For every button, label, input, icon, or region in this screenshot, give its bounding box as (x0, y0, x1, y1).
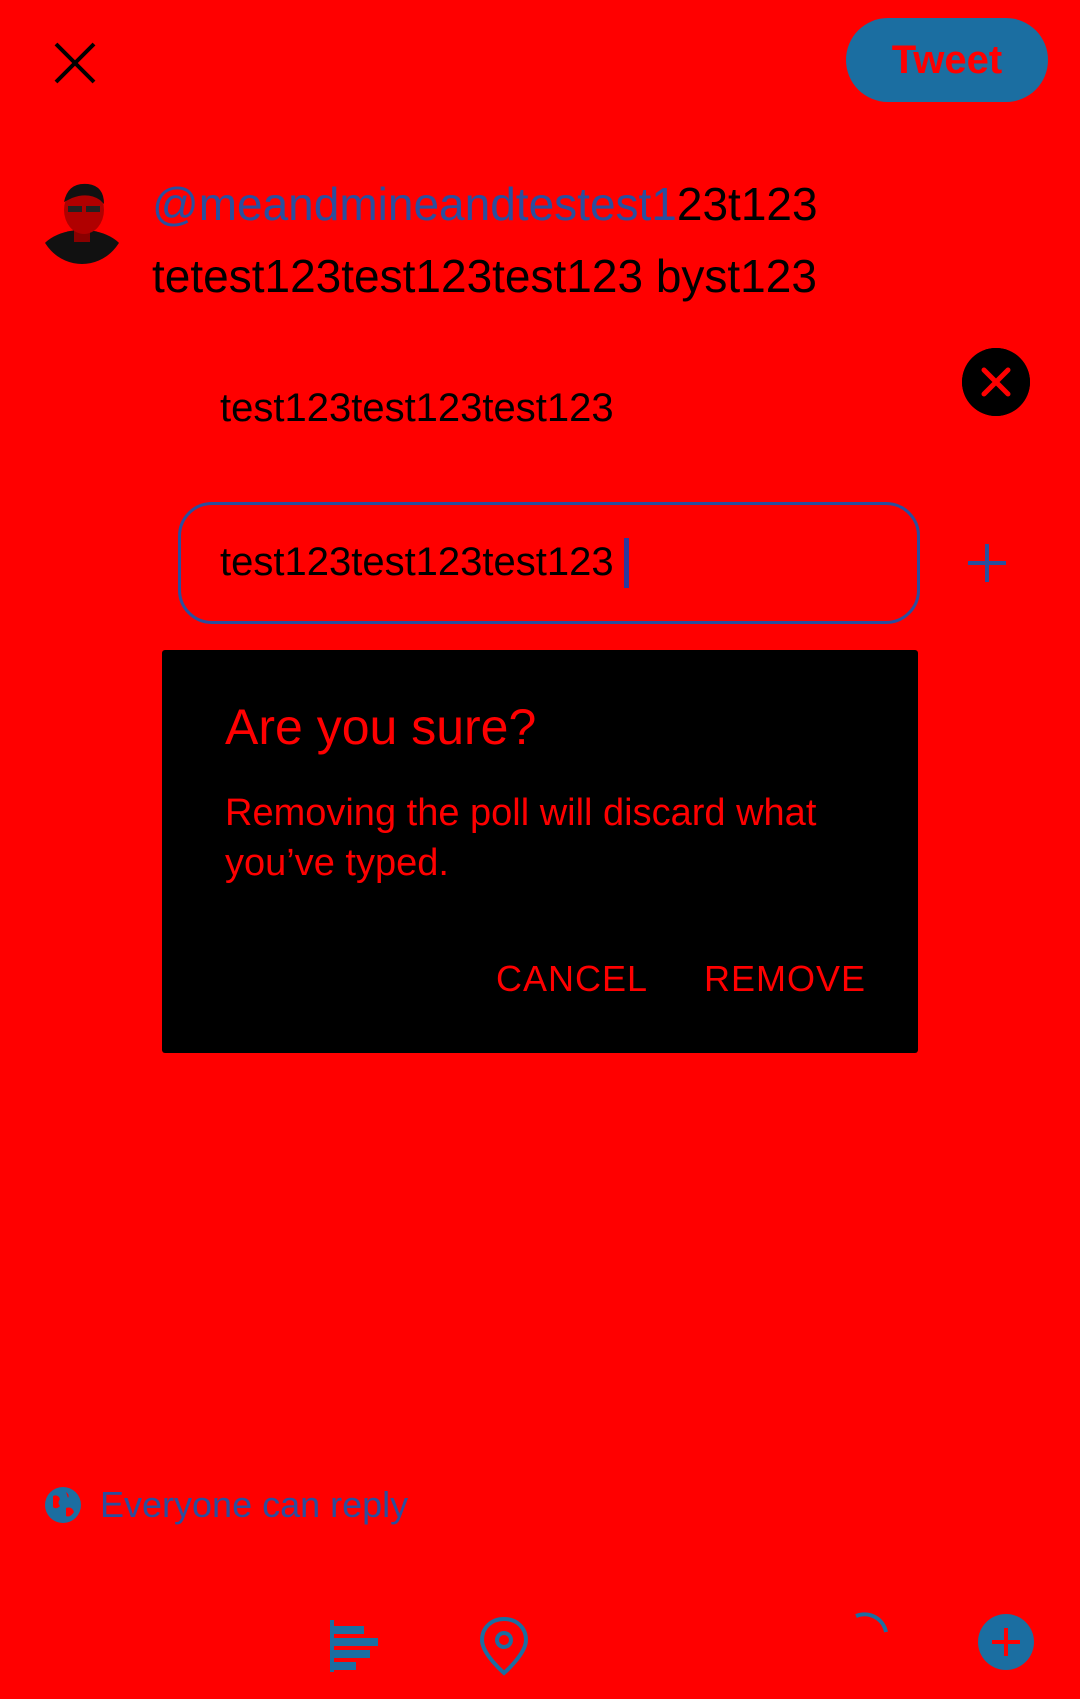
poll-choice-2: test123test123test123 (220, 540, 614, 584)
text-cursor (624, 538, 629, 588)
remove-button[interactable]: REMOVE (704, 958, 866, 1000)
cancel-button[interactable]: CANCEL (496, 958, 648, 1000)
globe-icon (45, 1487, 81, 1523)
dialog-message: Removing the poll will discard what you’… (225, 792, 817, 884)
tweet-button[interactable]: Tweet (846, 18, 1048, 102)
reply-setting[interactable]: Everyone can reply (44, 1484, 408, 1526)
avatar (38, 172, 126, 264)
character-count-ring (842, 1610, 892, 1660)
remove-poll-icon[interactable] (962, 348, 1030, 416)
reply-setting-label: Everyone can reply (100, 1484, 409, 1525)
poll-choice-1[interactable]: test123test123test123 (220, 386, 614, 431)
location-icon[interactable] (478, 1616, 530, 1676)
mention-suffix-text: 23t123 (676, 178, 818, 230)
add-choice-icon[interactable] (962, 538, 1012, 588)
tweet-text[interactable]: @meandmineandtestest123t123 tetest123tes… (152, 168, 1032, 312)
poll-icon[interactable] (328, 1620, 384, 1672)
mention-text: @meandmineandtestest1 (152, 178, 677, 230)
dialog-title: Are you sure? (225, 699, 537, 755)
add-tweet-icon[interactable] (978, 1614, 1034, 1670)
close-icon[interactable] (40, 28, 110, 98)
confirm-dialog: Are you sure? Removing the poll will dis… (162, 650, 918, 1053)
tweet-body-text: tetest123test123test123 byst123 (152, 250, 817, 302)
